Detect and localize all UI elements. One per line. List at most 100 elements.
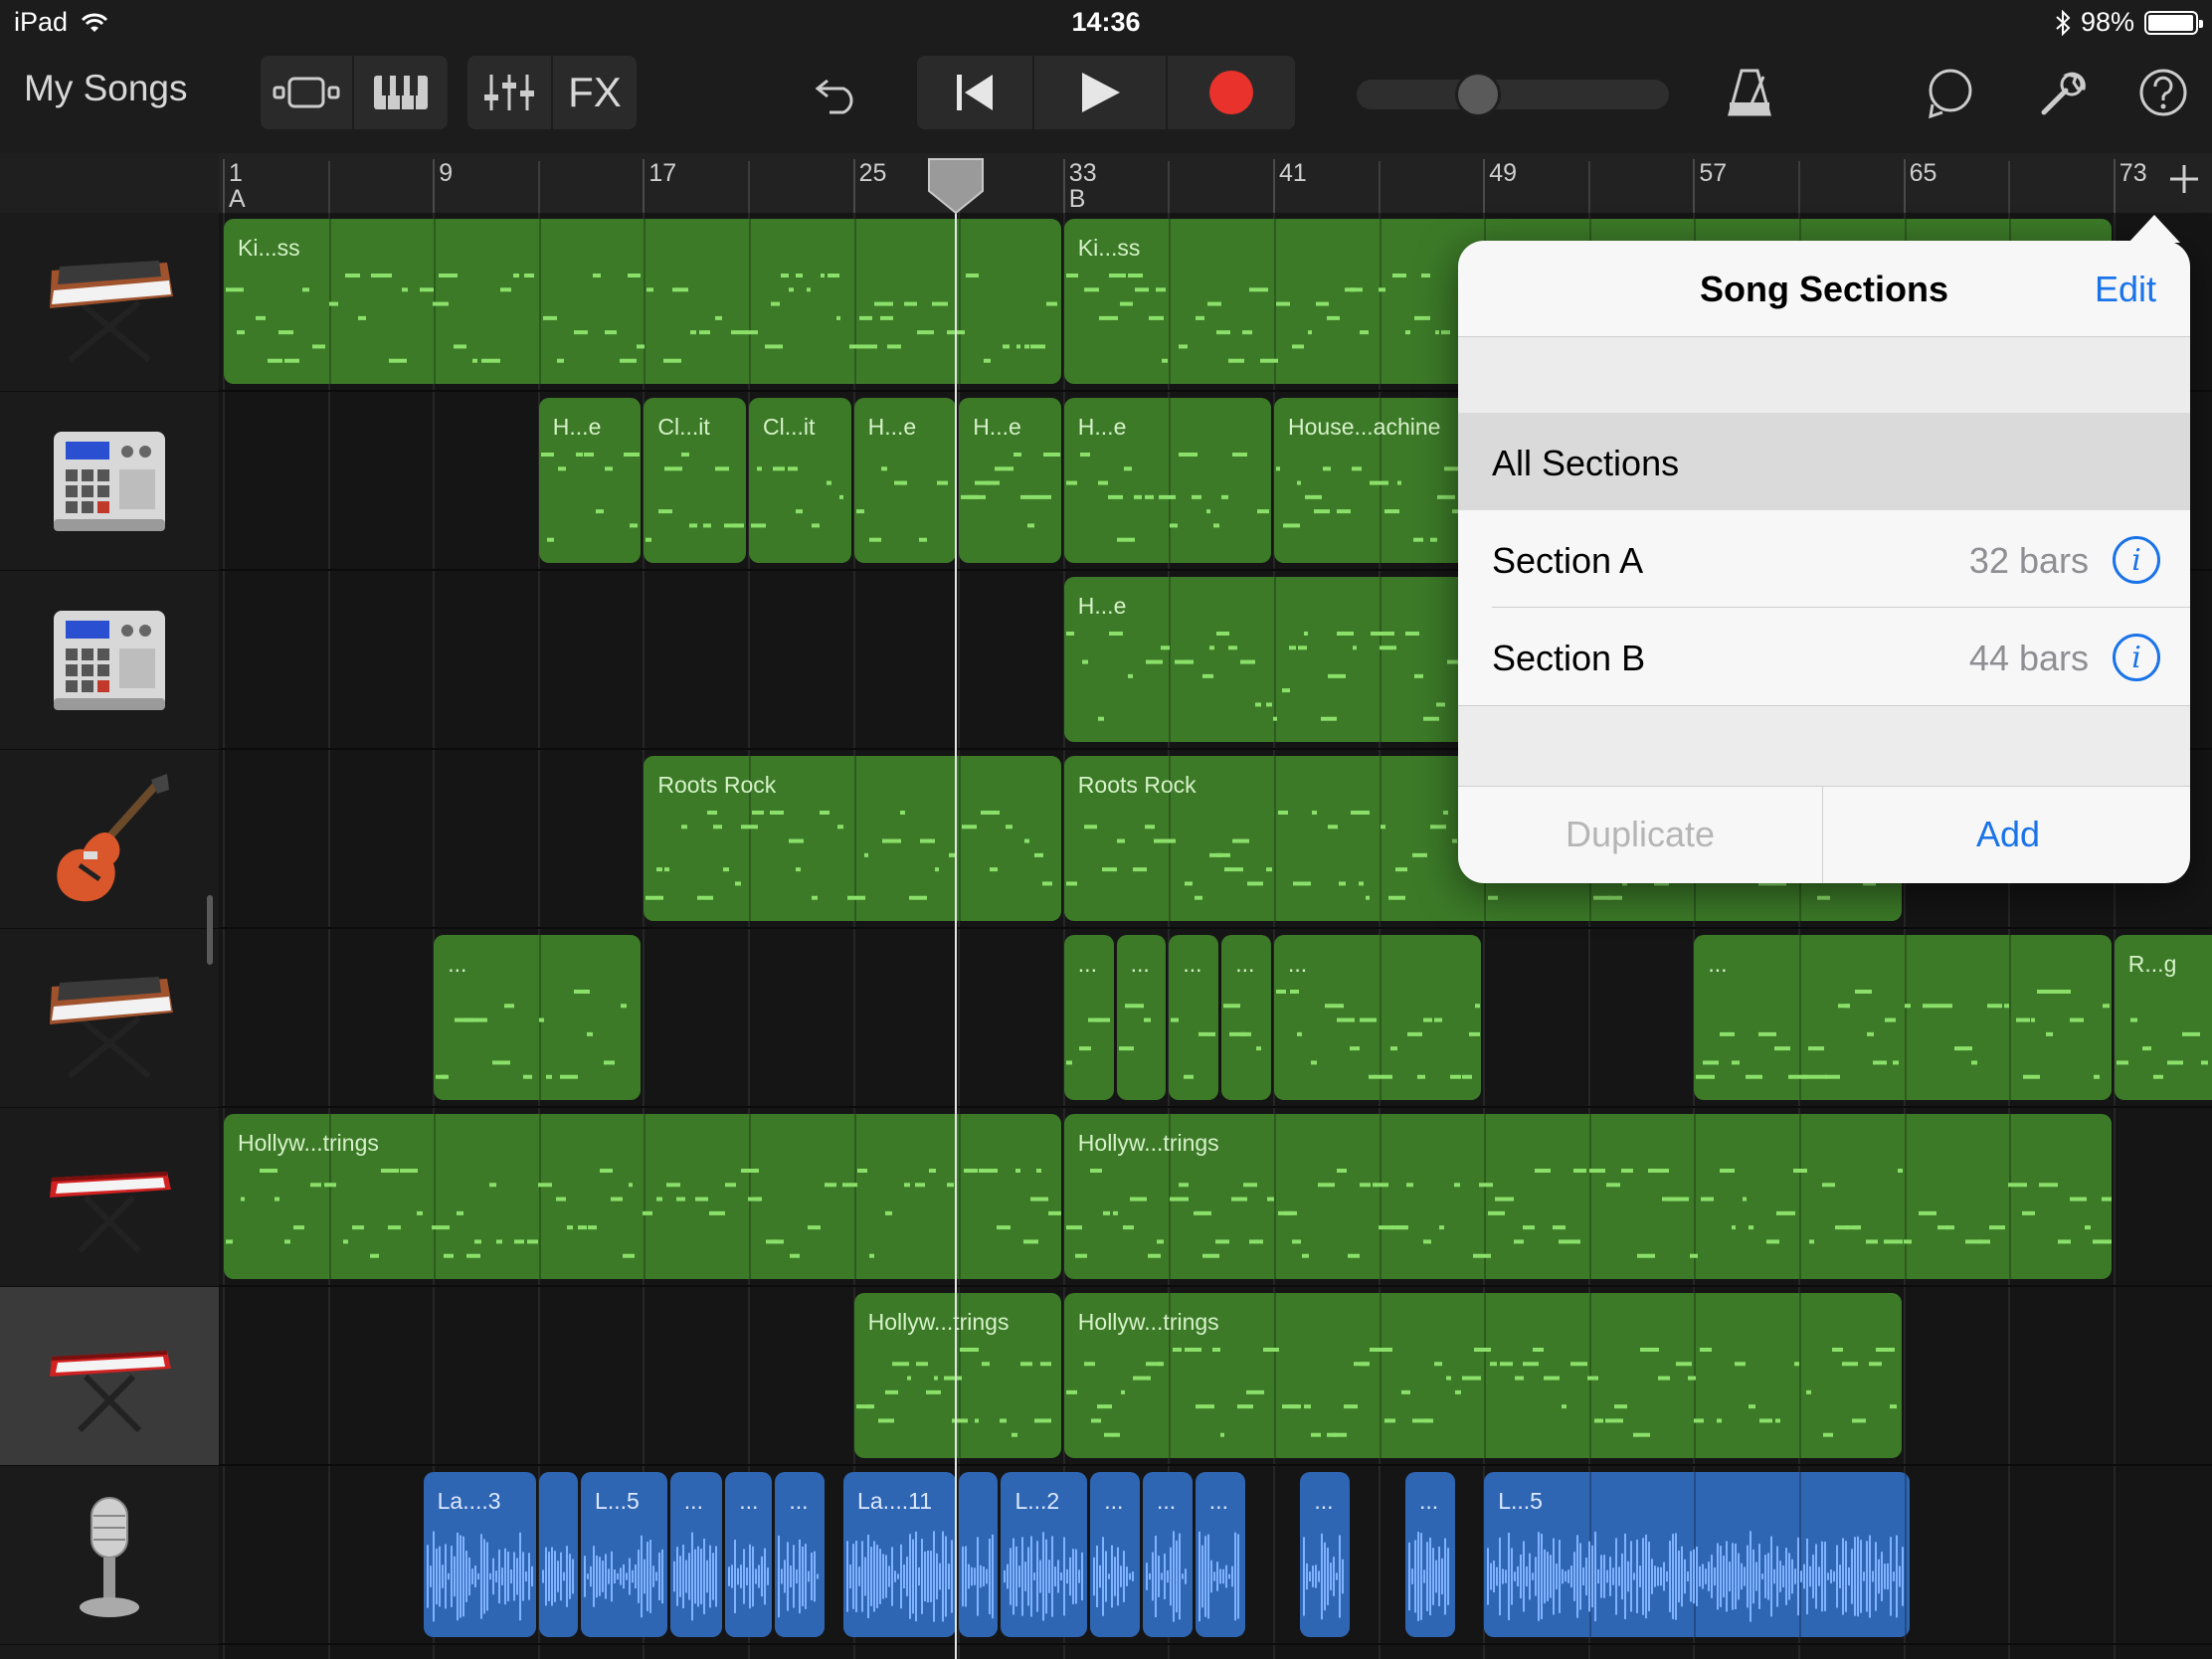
duplicate-button[interactable]: Duplicate — [1458, 786, 1822, 883]
play-button[interactable] — [1034, 56, 1166, 129]
midi-region[interactable]: Roots Rock — [644, 756, 1061, 921]
midi-region[interactable]: H...e — [1063, 577, 1482, 742]
track-header[interactable] — [0, 1287, 219, 1466]
midi-region[interactable]: Cl...it — [749, 398, 851, 563]
audio-region[interactable]: L...5 — [581, 1472, 667, 1637]
region-content — [644, 811, 1060, 911]
midi-region[interactable]: H...e — [538, 398, 642, 563]
audio-region[interactable] — [959, 1472, 999, 1637]
loop-browser-button[interactable] — [1918, 58, 1983, 127]
midi-region[interactable]: R...g — [2114, 935, 2212, 1100]
audio-region[interactable]: ... — [775, 1472, 826, 1637]
track-header[interactable] — [0, 571, 219, 750]
metronome-button[interactable] — [1717, 58, 1782, 127]
region-content — [1196, 1527, 1245, 1627]
record-button[interactable] — [1168, 56, 1295, 129]
midi-region[interactable]: ... — [1063, 935, 1114, 1100]
track-lane[interactable]: ..................... R...g — [219, 929, 2212, 1108]
track-header[interactable] — [0, 1108, 219, 1287]
region-label: ... — [1104, 1488, 1124, 1514]
midi-region[interactable]: ... — [1221, 935, 1271, 1100]
waveform — [584, 1535, 664, 1618]
settings-button[interactable] — [2031, 58, 2097, 127]
midi-region[interactable]: Cl...it — [644, 398, 746, 563]
waveform — [1303, 1533, 1345, 1620]
audio-region[interactable]: L...2 — [1001, 1472, 1088, 1637]
audio-region[interactable]: ... — [1195, 1472, 1245, 1637]
add-section-button[interactable] — [2164, 159, 2204, 199]
synth-keyboard-icon — [50, 976, 173, 1078]
region-label: ... — [1708, 951, 1728, 977]
midi-region[interactable]: Hollyw...trings — [224, 1114, 1061, 1279]
track-lane[interactable]: Hollyw...trings Hollyw...trings — [219, 1108, 2212, 1287]
section-b-info-icon[interactable]: i — [2113, 634, 2160, 681]
mixer-button[interactable] — [467, 56, 551, 129]
waveform — [846, 1531, 954, 1622]
instrument-view-button[interactable] — [354, 56, 448, 129]
battery-percent: 98% — [2080, 7, 2134, 37]
plus-icon — [2170, 165, 2198, 193]
undo-button[interactable] — [802, 56, 873, 129]
audio-region[interactable]: ... — [1300, 1472, 1351, 1637]
go-to-beginning-button[interactable] — [917, 56, 1032, 129]
vertical-scrollbar[interactable] — [207, 895, 213, 965]
audio-region[interactable]: L...5 — [1484, 1472, 1910, 1637]
region-content — [1300, 1527, 1350, 1627]
midi-region[interactable]: H...e — [1063, 398, 1271, 563]
tempo-slider-knob[interactable] — [1455, 72, 1502, 117]
edit-button[interactable]: Edit — [2095, 269, 2156, 310]
ruler-tick — [2008, 161, 2011, 213]
tempo-slider[interactable] — [1357, 72, 1669, 117]
section-b-row[interactable]: Section B 44 bars i — [1458, 608, 2190, 705]
region-label: La....11 — [857, 1488, 933, 1514]
track-header[interactable] — [0, 929, 219, 1108]
midi-region[interactable]: Hollyw...trings — [1063, 1293, 1902, 1458]
loop-icon — [1929, 69, 1972, 118]
ruler-tick — [1483, 159, 1486, 213]
track-header[interactable] — [0, 392, 219, 571]
midi-region[interactable]: H...e — [959, 398, 1061, 563]
midi-region[interactable]: ... — [434, 935, 642, 1100]
midi-region[interactable]: ... — [1694, 935, 2112, 1100]
toolbar: My Songs FX — [0, 44, 2212, 153]
help-button[interactable] — [2130, 58, 2196, 127]
timeline-ruler[interactable]: 1 9 17 25 33 41 49 57 65 73 A B — [219, 153, 2212, 213]
audio-region[interactable]: ... — [1405, 1472, 1455, 1637]
tracks-view-button[interactable] — [261, 56, 352, 129]
section-a-info-icon[interactable]: i — [2113, 536, 2160, 584]
midi-region[interactable]: ... — [1169, 935, 1219, 1100]
all-sections-row[interactable]: All Sections — [1458, 413, 2190, 510]
playhead-handle[interactable] — [925, 155, 987, 215]
my-songs-button[interactable]: My Songs — [24, 68, 188, 109]
midi-region[interactable]: House...achine — [1274, 398, 1482, 563]
track-header[interactable] — [0, 1466, 219, 1645]
track-header[interactable] — [0, 213, 219, 392]
audio-region[interactable]: La....11 — [843, 1472, 957, 1637]
audio-region[interactable]: ... — [669, 1472, 723, 1637]
track-lane[interactable]: Hollyw...trings Hollyw...trings — [219, 1287, 2212, 1466]
track-lane[interactable]: La....3 L...5......... La....11 L...2......… — [219, 1466, 2212, 1645]
midi-region[interactable]: H...e — [853, 398, 957, 563]
fx-button[interactable]: FX — [553, 56, 637, 129]
midi-region[interactable]: Hollyw...trings — [853, 1293, 1061, 1458]
midi-region[interactable]: Ki...ss — [224, 219, 1061, 384]
audio-region[interactable]: La....3 — [423, 1472, 536, 1637]
add-button[interactable]: Add — [1826, 786, 2190, 883]
section-a-row[interactable]: Section A 32 bars i — [1458, 510, 2190, 608]
midi-region[interactable]: Hollyw...trings — [1063, 1114, 2112, 1279]
midi-notes — [1276, 990, 1480, 1079]
audio-region[interactable] — [538, 1472, 579, 1637]
region-content — [959, 1527, 998, 1627]
ruler-bar-number: 17 — [648, 159, 677, 187]
red-keyboard-icon — [50, 1350, 171, 1432]
track-header[interactable] — [0, 750, 219, 929]
midi-region[interactable]: ... — [1274, 935, 1482, 1100]
audio-region[interactable]: ... — [725, 1472, 773, 1637]
midi-notes — [1171, 1017, 1216, 1079]
region-content — [1405, 1527, 1455, 1627]
region-label: ... — [1314, 1488, 1334, 1514]
audio-region[interactable]: ... — [1090, 1472, 1140, 1637]
region-content — [224, 274, 1061, 374]
audio-region[interactable]: ... — [1143, 1472, 1193, 1637]
midi-region[interactable]: ... — [1116, 935, 1167, 1100]
